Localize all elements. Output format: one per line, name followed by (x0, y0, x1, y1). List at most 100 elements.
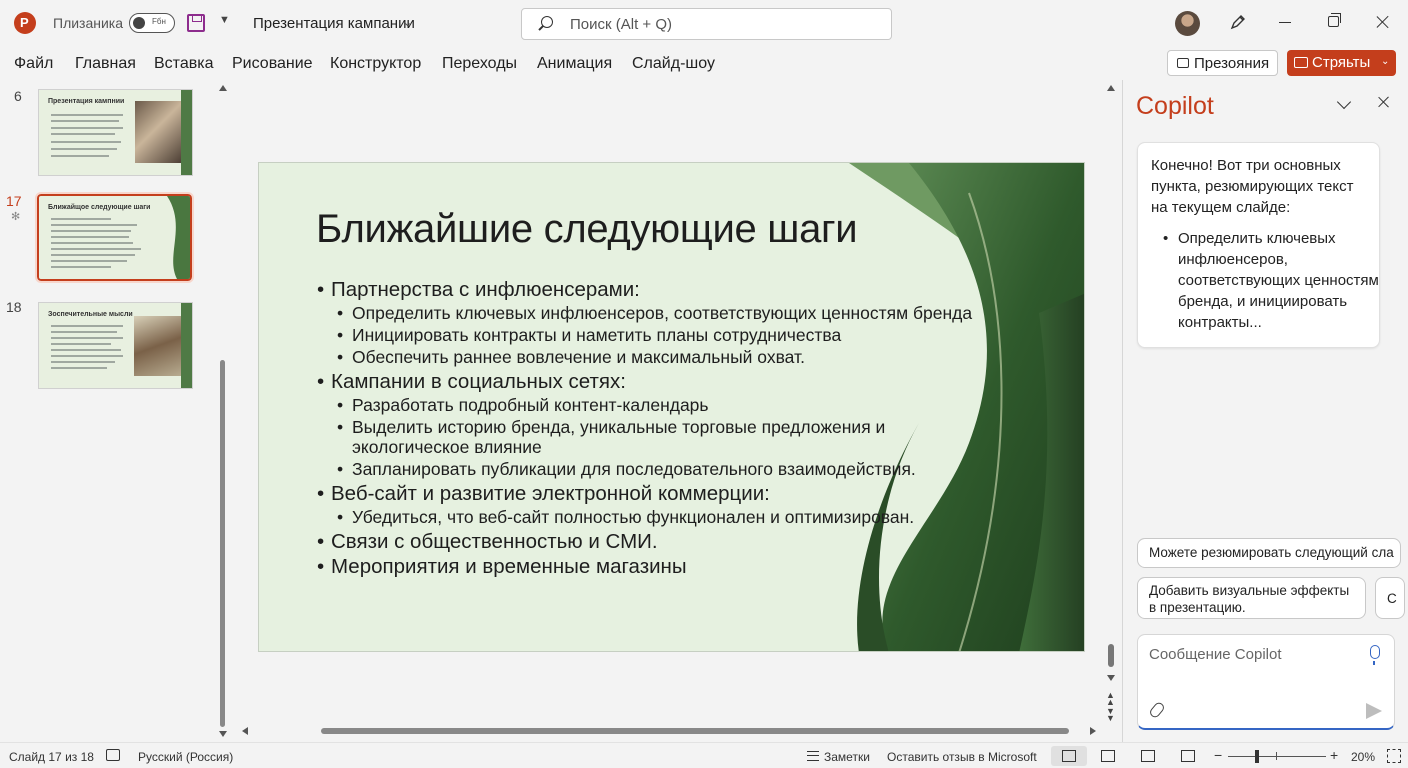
tab-transitions[interactable]: Переходы (442, 55, 517, 73)
title-bar: Плизаника Fбн ▼ Презентация кампании ⌄ П… (0, 0, 1408, 46)
next-slide-icon[interactable]: ▼ ▼ (1106, 707, 1115, 723)
bullet-heading: Партнерства с инфлюенсерами: (317, 277, 977, 302)
feedback-link[interactable]: Оставить отзыв в Microsoft (887, 750, 1037, 764)
suggestion-chip[interactable]: С (1375, 577, 1405, 619)
scroll-down-icon[interactable] (1107, 675, 1115, 681)
scroll-up-icon[interactable] (1107, 85, 1115, 91)
slide-sorter-button[interactable] (1090, 746, 1126, 766)
zoom-slider-thumb[interactable] (1255, 750, 1259, 763)
pen-icon[interactable] (1229, 13, 1247, 31)
record-button[interactable]: Стряьты ⌄ (1287, 50, 1396, 76)
zoom-center-mark (1276, 752, 1278, 760)
present-button[interactable]: Презояния (1167, 50, 1278, 76)
autosave-toggle[interactable]: Fбн (129, 13, 175, 33)
slide-thumbnail-18[interactable]: Зоспечительные мысли (38, 302, 193, 389)
tab-animations[interactable]: Анимация (537, 55, 612, 73)
notes-icon[interactable] (807, 751, 819, 761)
thumbnail-photo (135, 101, 181, 163)
canvas-vertical-scrollbar[interactable]: ▲ ▲ ▼ ▼ (1103, 80, 1119, 742)
thumbnail-number: 18 (6, 299, 22, 315)
slide-body-text[interactable]: Партнерства с инфлюенсерами: Определить … (317, 277, 977, 579)
bullet-item: Обеспечить раннее вовлечение и максималь… (317, 347, 977, 367)
thumbnail-photo (134, 316, 181, 376)
record-button-label: Стряьты (1312, 54, 1371, 71)
bullet-item: Выделить историю бренда, уникальные торг… (317, 417, 977, 457)
document-title-chevron-down-icon[interactable]: ⌄ (403, 16, 412, 29)
thumbnail-number: 17 (6, 193, 22, 209)
customize-toolbar-chevron-icon[interactable]: ▼ (219, 14, 230, 26)
send-icon[interactable] (1366, 703, 1382, 719)
scrollbar-thumb[interactable] (220, 360, 225, 727)
tab-home[interactable]: Главная (75, 55, 136, 73)
bullet-heading: Веб-сайт и развитие электронной коммерци… (317, 481, 977, 506)
thumbnail-number: 6 (14, 88, 22, 104)
collapse-chevron-icon[interactable] (1336, 94, 1352, 110)
tab-design[interactable]: Конструктор (330, 55, 421, 73)
current-slide[interactable]: Ближайшие следующие шаги Партнерства с и… (258, 162, 1085, 652)
bullet-item: Определить ключевых инфлюенсеров, соотве… (317, 303, 977, 323)
document-title[interactable]: Презентация кампании (253, 15, 415, 32)
accessibility-icon[interactable] (106, 749, 120, 761)
bullet-item: Запланировать публикации для последовате… (317, 459, 977, 479)
microphone-icon[interactable] (1370, 645, 1380, 665)
reading-view-button[interactable] (1130, 746, 1166, 766)
language-indicator[interactable]: Русский (Россия) (138, 750, 233, 764)
suggestion-chip[interactable]: Добавить визуальные эффекты в презентаци… (1137, 577, 1366, 619)
scroll-down-icon[interactable] (219, 731, 227, 737)
scroll-left-icon[interactable] (242, 727, 248, 735)
bullet-heading: Связи с общественностью и СМИ. (317, 529, 977, 554)
toggle-knob (133, 17, 145, 29)
copilot-message-input[interactable]: Сообщение Copilot (1137, 634, 1395, 730)
tab-slideshow[interactable]: Слайд-шоу (632, 55, 715, 73)
grid-icon (1101, 750, 1115, 762)
scrollbar-thumb[interactable] (1108, 644, 1114, 667)
save-icon[interactable] (187, 14, 205, 32)
reply-bullet: Определить ключевых инфлюенсеров, соотве… (1151, 228, 1381, 333)
record-chevron-down-icon[interactable]: ⌄ (1381, 56, 1389, 67)
slide-counter: Слайд 17 из 18 (9, 750, 94, 764)
slideshow-button[interactable] (1170, 746, 1206, 766)
zoom-level[interactable]: 20% (1351, 750, 1375, 764)
tab-insert[interactable]: Вставка (154, 55, 213, 73)
status-bar: Слайд 17 из 18 Русский (Россия) Заметки … (0, 742, 1408, 768)
search-placeholder: Поиск (Alt + Q) (570, 16, 672, 33)
zoom-in-button[interactable]: + (1330, 747, 1338, 763)
slide-title[interactable]: Ближайшие следующие шаги (316, 207, 858, 252)
message-placeholder: Сообщение Copilot (1149, 646, 1282, 663)
zoom-out-button[interactable]: − (1214, 747, 1222, 763)
thumbnail-scrollbar[interactable] (214, 80, 232, 742)
presentation-icon (1181, 750, 1195, 762)
thumbnail-title: Ближайщое следующие шаги (48, 204, 151, 211)
canvas-horizontal-scrollbar[interactable] (238, 722, 1102, 740)
avatar[interactable] (1175, 11, 1200, 36)
normal-view-button[interactable] (1051, 746, 1087, 766)
comment-icon (1177, 58, 1189, 68)
close-icon[interactable] (1376, 15, 1390, 29)
copilot-pane: Copilot Конечно! Вот три основных пункта… (1122, 80, 1408, 742)
autosave-toggle-text: Fбн (152, 17, 166, 26)
scroll-up-icon[interactable] (219, 85, 227, 91)
reply-intro: Конечно! Вот три основных пункта, резюми… (1151, 157, 1354, 216)
search-icon (541, 16, 553, 28)
powerpoint-logo-icon (14, 12, 36, 34)
copilot-title: Copilot (1136, 92, 1214, 120)
search-input[interactable]: Поиск (Alt + Q) (521, 8, 892, 40)
book-icon (1141, 750, 1155, 762)
thumbnail-title: Зоспечительные мысли (48, 311, 133, 318)
slide-thumbnail-17[interactable]: Ближайщое следующие шаги (35, 192, 194, 283)
restore-icon[interactable] (1328, 13, 1341, 27)
slide-thumbnail-6[interactable]: Презентация кампнии (38, 89, 193, 176)
slide-thumbnail-pane: 6 Презентация кампнии 17 ✻ Ближайщое сле… (0, 80, 234, 742)
scroll-right-icon[interactable] (1090, 727, 1096, 735)
previous-slide-icon[interactable]: ▲ ▲ (1106, 691, 1115, 707)
scrollbar-thumb[interactable] (321, 728, 1069, 734)
tab-file[interactable]: Файл (14, 55, 53, 73)
suggestion-chip[interactable]: Можете резюмировать следующий сла (1137, 538, 1401, 568)
notes-button[interactable]: Заметки (824, 750, 870, 764)
copilot-close-icon[interactable] (1377, 95, 1391, 109)
fit-to-window-icon[interactable] (1387, 749, 1401, 763)
attach-icon[interactable] (1148, 700, 1166, 720)
normal-view-icon (1062, 750, 1076, 762)
minimize-icon[interactable] (1279, 22, 1291, 24)
tab-draw[interactable]: Рисование (232, 55, 313, 73)
